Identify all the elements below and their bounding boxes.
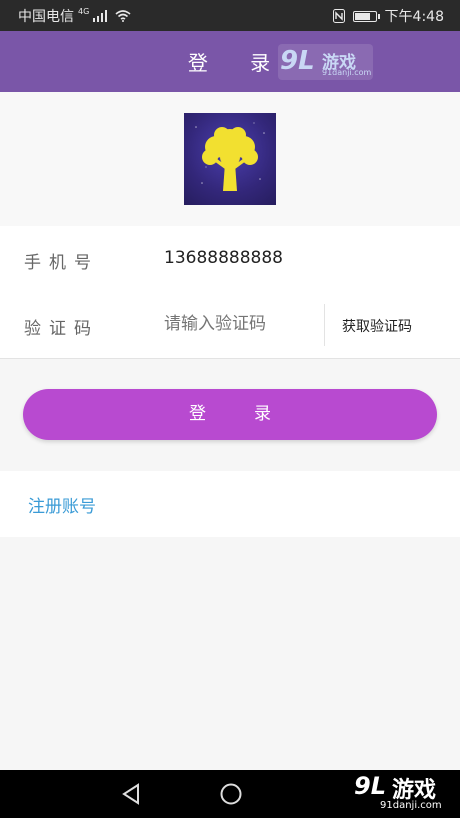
watermark-bottom: 9L 游戏 91danji.com (350, 770, 460, 818)
nfc-icon (332, 9, 345, 23)
watermark-logo: 9L (280, 46, 315, 76)
page-title: 登 录 (187, 51, 289, 75)
code-label: 验证码 (24, 319, 99, 339)
signal-icon (93, 10, 111, 22)
status-left: 中国电信 4G (18, 6, 131, 26)
status-bar: 中国电信 4G 下午4:48 (0, 0, 460, 31)
code-row: 验证码 获取验证码 (0, 292, 460, 359)
watermark: 9L 游戏 91danji.com (278, 44, 373, 80)
tree-icon (184, 113, 276, 205)
phone-row: 手机号 13688888888 (0, 226, 460, 293)
phone-input[interactable]: 13688888888 (164, 248, 283, 268)
login-button[interactable]: 登录 (23, 389, 437, 440)
logo-area (0, 92, 460, 226)
navigation-bar: 9L 游戏 91danji.com (0, 770, 460, 818)
status-right: 下午4:48 (332, 6, 444, 26)
battery-icon (352, 10, 380, 22)
carrier-name: 中国电信 (18, 9, 74, 25)
register-area: 注册账号 (0, 471, 460, 537)
network-type: 4G (78, 6, 90, 16)
get-code-button[interactable]: 获取验证码 (342, 316, 412, 336)
code-input[interactable] (164, 314, 314, 334)
battery-fill (354, 12, 370, 20)
register-link[interactable]: 注册账号 (28, 492, 96, 517)
header: 登 录 9L 游戏 91danji.com (0, 31, 460, 92)
home-circle-icon[interactable] (219, 782, 243, 810)
phone-label: 手机号 (24, 253, 99, 273)
divider (324, 304, 325, 346)
wifi-icon (115, 10, 131, 22)
back-triangle-icon[interactable] (120, 782, 142, 810)
watermark-bottom-logo: 9L (354, 772, 386, 800)
clock: 下午4:48 (384, 9, 444, 25)
watermark-bottom-url: 91danji.com (380, 800, 442, 811)
watermark-url: 91danji.com (322, 68, 372, 77)
